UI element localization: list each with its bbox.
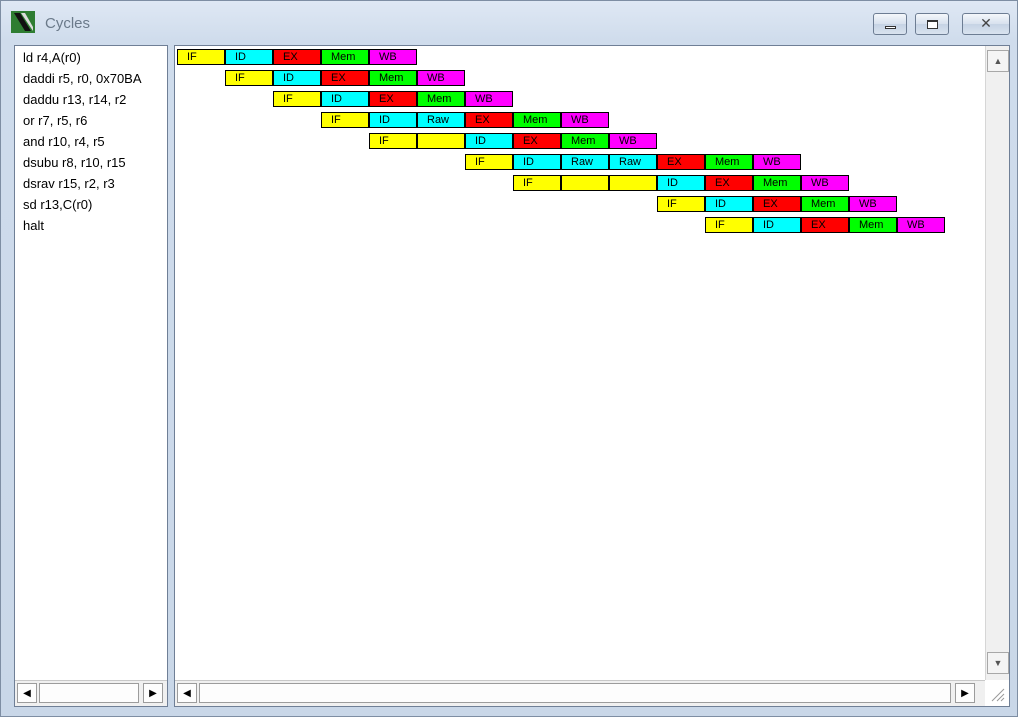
arrow-right-icon: ▶ bbox=[961, 687, 969, 699]
pipeline-stage-cell: Mem bbox=[513, 112, 561, 128]
pipeline-stage-cell: ID bbox=[369, 112, 417, 128]
pipeline-stage-cell: Mem bbox=[561, 133, 609, 149]
pipeline-stage-cell: Mem bbox=[801, 196, 849, 212]
pipeline-stage-cell: WB bbox=[801, 175, 849, 191]
pipeline-stage-cell: EX bbox=[369, 91, 417, 107]
pipeline-stage-cell: Raw bbox=[417, 112, 465, 128]
pipeline-stage-cell: Mem bbox=[705, 154, 753, 170]
instruction-item[interactable]: dsrav r15, r2, r3 bbox=[23, 176, 166, 192]
scroll-left-button[interactable]: ◀ bbox=[17, 683, 37, 703]
scroll-left-button[interactable]: ◀ bbox=[177, 683, 197, 703]
pipeline-stage-cell: Raw bbox=[561, 154, 609, 170]
instruction-item[interactable]: or r7, r5, r6 bbox=[23, 113, 166, 129]
minimize-button[interactable] bbox=[873, 13, 907, 35]
instruction-item[interactable]: halt bbox=[23, 218, 166, 234]
pipeline-stage-cell: ID bbox=[513, 154, 561, 170]
instruction-item[interactable]: daddi r5, r0, 0x70BA bbox=[23, 71, 166, 87]
pipeline-stage-cell: WB bbox=[465, 91, 513, 107]
pipeline-stage-cell: IF bbox=[321, 112, 369, 128]
arrow-right-icon: ▶ bbox=[149, 687, 157, 699]
pipeline-stage-cell: IF bbox=[273, 91, 321, 107]
pipeline-stage-cell: WB bbox=[849, 196, 897, 212]
pipeline-vscrollbar[interactable]: ▲ ▼ bbox=[985, 46, 1009, 680]
pipeline-stage-cell: WB bbox=[417, 70, 465, 86]
pipeline-stage-cell: IF bbox=[369, 133, 417, 149]
instruction-item[interactable]: dsubu r8, r10, r15 bbox=[23, 155, 166, 171]
pipeline-stage-cell: WB bbox=[609, 133, 657, 149]
pipeline-stage-cell: ID bbox=[705, 196, 753, 212]
pipeline-stage-cell: ID bbox=[753, 217, 801, 233]
pipeline-stage-cell: Mem bbox=[369, 70, 417, 86]
scroll-thumb[interactable] bbox=[199, 683, 951, 703]
pipeline-stage-cell: Mem bbox=[417, 91, 465, 107]
pipeline-stage-cell: Raw bbox=[609, 154, 657, 170]
scroll-thumb[interactable] bbox=[39, 683, 139, 703]
pipeline-stage-cell: WB bbox=[369, 49, 417, 65]
pipeline-stage-cell: Mem bbox=[849, 217, 897, 233]
pipeline-stage-cell: EX bbox=[273, 49, 321, 65]
pipeline-stage-cell: ID bbox=[273, 70, 321, 86]
pipeline-stage-cell: IF bbox=[177, 49, 225, 65]
pipeline-stage-cell bbox=[417, 133, 465, 149]
pipeline-stage-cell: IF bbox=[657, 196, 705, 212]
pipeline-stage-cell: IF bbox=[513, 175, 561, 191]
pipeline-pane[interactable]: IF ID EX Mem WB IF ID EX Mem WB IF ID EX Mem WB IF ID Raw… bbox=[174, 45, 1010, 707]
pipeline-stage-cell: ID bbox=[321, 91, 369, 107]
resize-grip-icon[interactable] bbox=[989, 686, 1005, 702]
pipeline-stage-cell: EX bbox=[753, 196, 801, 212]
pipeline-hscrollbar[interactable]: ◀ ▶ bbox=[175, 680, 985, 706]
pipeline-stage-cell: WB bbox=[897, 217, 945, 233]
cycles-window: Cycles ✕ ld r4,A(r0) daddi r5, r0, 0x70BA… bbox=[0, 0, 1018, 717]
instruction-list-hscrollbar[interactable]: ◀ ▶ bbox=[15, 680, 167, 706]
pipeline-stage-cell: ID bbox=[657, 175, 705, 191]
minimize-icon bbox=[884, 25, 896, 29]
scroll-up-button[interactable]: ▲ bbox=[987, 50, 1009, 72]
app-icon bbox=[11, 11, 35, 33]
instruction-item[interactable]: and r10, r4, r5 bbox=[23, 134, 166, 150]
scroll-right-button[interactable]: ▶ bbox=[143, 683, 163, 703]
pipeline-stage-cell bbox=[609, 175, 657, 191]
instruction-item[interactable]: sd r13,C(r0) bbox=[23, 197, 166, 213]
arrow-up-icon: ▲ bbox=[993, 56, 1003, 66]
pipeline-stage-cell: EX bbox=[513, 133, 561, 149]
arrow-down-icon: ▼ bbox=[993, 658, 1003, 668]
instruction-item[interactable]: ld r4,A(r0) bbox=[23, 50, 166, 66]
close-icon: ✕ bbox=[980, 16, 992, 32]
close-button[interactable]: ✕ bbox=[962, 13, 1010, 35]
pipeline-diagram: IF ID EX Mem WB IF ID EX Mem WB IF ID EX Mem WB IF ID Raw… bbox=[175, 46, 985, 678]
pipeline-stage-cell: EX bbox=[705, 175, 753, 191]
window-title: Cycles bbox=[45, 15, 91, 32]
instruction-item[interactable]: daddu r13, r14, r2 bbox=[23, 92, 166, 108]
scroll-down-button[interactable]: ▼ bbox=[987, 652, 1009, 674]
maximize-icon bbox=[926, 19, 938, 29]
pipeline-stage-cell: EX bbox=[657, 154, 705, 170]
instruction-list-pane[interactable]: ld r4,A(r0) daddi r5, r0, 0x70BA daddu r13… bbox=[14, 45, 168, 707]
pipeline-stage-cell: Mem bbox=[321, 49, 369, 65]
pipeline-stage-cell: WB bbox=[753, 154, 801, 170]
pipeline-stage-cell: WB bbox=[561, 112, 609, 128]
pipeline-stage-cell: EX bbox=[321, 70, 369, 86]
pipeline-stage-cell: IF bbox=[705, 217, 753, 233]
title-bar[interactable]: Cycles ✕ bbox=[1, 1, 1017, 43]
pipeline-stage-cell: EX bbox=[465, 112, 513, 128]
maximize-button[interactable] bbox=[915, 13, 949, 35]
pipeline-stage-cell: ID bbox=[225, 49, 273, 65]
pipeline-stage-cell bbox=[561, 175, 609, 191]
pipeline-stage-cell: ID bbox=[465, 133, 513, 149]
arrow-left-icon: ◀ bbox=[183, 687, 191, 699]
arrow-left-icon: ◀ bbox=[23, 687, 31, 699]
pipeline-stage-cell: IF bbox=[225, 70, 273, 86]
scroll-right-button[interactable]: ▶ bbox=[955, 683, 975, 703]
pipeline-stage-cell: IF bbox=[465, 154, 513, 170]
pipeline-stage-cell: Mem bbox=[753, 175, 801, 191]
pipeline-stage-cell: EX bbox=[801, 217, 849, 233]
